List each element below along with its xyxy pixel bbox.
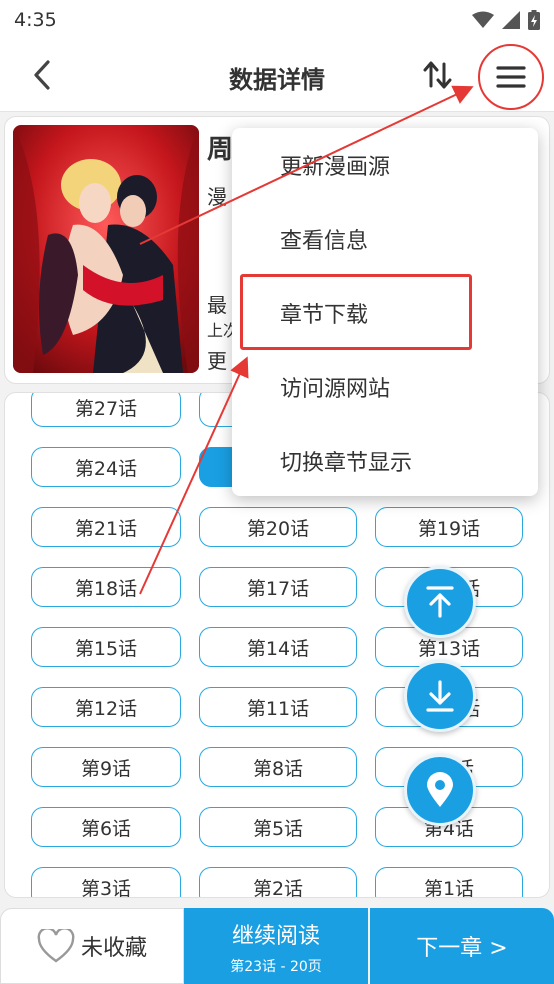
annotation-highlight-box	[240, 274, 472, 350]
screen: 4:35 数据详情 周 漫 最 上次 更 第27话 第24话 第21话 第20话…	[0, 0, 554, 984]
chapter-chip[interactable]: 第9话	[31, 747, 181, 787]
chapter-chip[interactable]: 第1话	[375, 867, 523, 897]
chapter-chip[interactable]: 第19话	[375, 507, 523, 547]
chapter-chip[interactable]: 第11话	[199, 687, 357, 727]
chapter-chip[interactable]: 第18话	[31, 567, 181, 607]
wifi-icon	[472, 11, 494, 28]
chapter-chip[interactable]: 第20话	[199, 507, 357, 547]
battery-charging-icon	[528, 10, 540, 30]
chapter-chip[interactable]: 第6话	[31, 807, 181, 847]
menu-button[interactable]	[478, 44, 544, 110]
chapter-chip[interactable]: 第12话	[31, 687, 181, 727]
menu-item-view-info[interactable]: 查看信息	[232, 202, 538, 276]
status-time: 4:35	[14, 9, 57, 31]
chapter-chip[interactable]: 第2话	[199, 867, 357, 897]
comic-title: 周	[207, 135, 234, 165]
scroll-to-top-icon	[426, 586, 454, 618]
continue-progress: 第23话 - 20页	[230, 959, 322, 975]
chapter-chip[interactable]: 第5话	[199, 807, 357, 847]
bottom-bar: 未收藏 继续阅读 第23话 - 20页 下一章 >	[0, 908, 554, 984]
comic-cover[interactable]	[13, 125, 199, 373]
menu-item-visit-source[interactable]: 访问源网站	[232, 350, 538, 424]
locate-icon	[427, 772, 453, 807]
chapter-chip[interactable]: 第8话	[199, 747, 357, 787]
page-title: 数据详情	[229, 66, 325, 94]
chapter-chip[interactable]: 第27话	[31, 393, 181, 427]
update-time: 更	[207, 349, 227, 373]
scroll-top-button[interactable]	[404, 566, 476, 638]
heart-icon	[37, 929, 75, 963]
menu-item-update-source[interactable]: 更新漫画源	[232, 128, 538, 202]
signal-icon	[502, 11, 520, 29]
next-chapter-button[interactable]: 下一章 >	[370, 908, 554, 984]
scroll-bottom-button[interactable]	[404, 660, 476, 732]
menu-item-toggle-chapter-display[interactable]: 切换章节显示	[232, 424, 538, 498]
locate-button[interactable]	[404, 754, 476, 826]
chapter-chip[interactable]: 第24话	[31, 447, 181, 487]
chapter-chip[interactable]: 第14话	[199, 627, 357, 667]
favorite-label: 未收藏	[81, 936, 148, 961]
favorite-button[interactable]: 未收藏	[0, 908, 184, 984]
hamburger-menu-icon	[496, 66, 526, 88]
continue-reading-button[interactable]: 继续阅读 第23话 - 20页	[184, 908, 368, 984]
comic-author: 漫	[207, 185, 227, 209]
continue-label: 继续阅读	[231, 924, 320, 949]
chapter-chip[interactable]: 第21话	[31, 507, 181, 547]
status-bar: 4:35	[0, 0, 554, 40]
chapter-chip[interactable]: 第17话	[199, 567, 357, 607]
scroll-to-bottom-icon	[426, 680, 454, 712]
latest-chapter: 最	[207, 293, 227, 317]
app-bar: 数据详情	[0, 40, 554, 112]
sort-icon[interactable]	[422, 58, 454, 92]
chapter-chip[interactable]: 第15话	[31, 627, 181, 667]
status-icons	[472, 10, 540, 30]
cover-illustration	[13, 125, 199, 373]
chapter-chip[interactable]: 第3话	[31, 867, 181, 897]
